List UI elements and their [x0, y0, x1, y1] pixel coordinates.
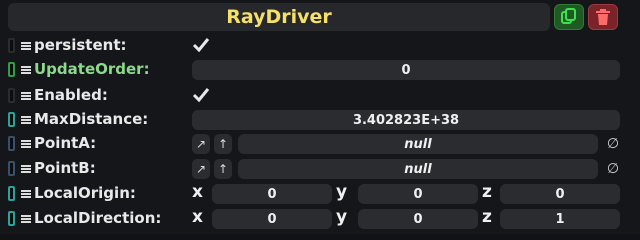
y-axis-label: y: [336, 182, 348, 202]
menu-icon[interactable]: [21, 41, 31, 51]
local-direction-x-input[interactable]: 0: [212, 209, 332, 229]
field-handle[interactable]: [8, 88, 15, 103]
menu-icon[interactable]: [21, 115, 31, 125]
select-reference-button[interactable]: ↑: [214, 159, 232, 179]
update-order-input[interactable]: 0: [192, 60, 620, 80]
local-direction-y-input[interactable]: 0: [358, 209, 478, 229]
field-label: Enabled:: [34, 86, 108, 104]
local-direction-z-input[interactable]: 1: [500, 209, 620, 229]
point-b-reference-field[interactable]: null: [238, 159, 598, 179]
local-origin-z-input[interactable]: 0: [500, 184, 620, 204]
field-label: PointA:: [34, 134, 97, 152]
max-distance-input[interactable]: 3.402823E+38: [192, 110, 620, 130]
z-axis-label: z: [482, 207, 492, 227]
trash-icon: [596, 9, 610, 25]
select-reference-button[interactable]: ↑: [214, 134, 232, 154]
menu-icon[interactable]: [21, 214, 31, 224]
field-row-local-origin: LocalOrigin: x 0 y 0 z 0: [0, 182, 640, 206]
inspector-panel: RayDriver persistent: UpdateOrder: 0 Ena…: [0, 0, 640, 234]
field-label: UpdateOrder:: [34, 60, 150, 78]
menu-icon[interactable]: [21, 65, 31, 75]
field-label: LocalDirection:: [34, 209, 162, 227]
field-handle[interactable]: [8, 38, 15, 53]
component-title[interactable]: RayDriver: [8, 3, 550, 31]
field-handle[interactable]: [8, 161, 15, 176]
menu-icon[interactable]: [21, 139, 31, 149]
z-axis-label: z: [482, 182, 492, 202]
open-inspector-button[interactable]: ↗: [192, 134, 210, 154]
local-origin-y-input[interactable]: 0: [358, 184, 478, 204]
point-a-reference-field[interactable]: null: [238, 134, 598, 154]
component-header: RayDriver: [4, 3, 636, 31]
field-row-point-b: PointB: ↗ ↑ null ∅: [0, 157, 640, 181]
local-origin-x-input[interactable]: 0: [212, 184, 332, 204]
menu-icon[interactable]: [21, 164, 31, 174]
field-handle[interactable]: [8, 211, 15, 226]
copy-icon: [561, 8, 576, 24]
field-row-update-order: UpdateOrder: 0: [0, 58, 640, 82]
x-axis-label: x: [192, 182, 203, 202]
clear-reference-button[interactable]: ∅: [602, 159, 624, 179]
menu-icon[interactable]: [21, 189, 31, 199]
field-label: MaxDistance:: [34, 110, 149, 128]
field-row-point-a: PointA: ↗ ↑ null ∅: [0, 132, 640, 156]
field-row-persistent: persistent:: [0, 34, 640, 58]
persistent-checkbox[interactable]: [192, 36, 210, 54]
open-inspector-button[interactable]: ↗: [192, 159, 210, 179]
clear-reference-button[interactable]: ∅: [602, 134, 624, 154]
field-handle[interactable]: [8, 136, 15, 151]
field-row-max-distance: MaxDistance: 3.402823E+38: [0, 108, 640, 132]
field-label: persistent:: [34, 36, 127, 54]
field-label: PointB:: [34, 159, 96, 177]
delete-button[interactable]: [588, 4, 618, 30]
field-label: LocalOrigin:: [34, 184, 136, 202]
enabled-checkbox[interactable]: [192, 86, 210, 104]
y-axis-label: y: [336, 207, 348, 227]
field-handle[interactable]: [8, 186, 15, 201]
field-handle[interactable]: [8, 112, 15, 127]
field-row-enabled: Enabled:: [0, 84, 640, 108]
field-row-local-direction: LocalDirection: x 0 y 0 z 1: [0, 207, 640, 231]
x-axis-label: x: [192, 207, 203, 227]
field-handle[interactable]: [8, 62, 15, 77]
menu-icon[interactable]: [21, 91, 31, 101]
duplicate-button[interactable]: [554, 4, 584, 30]
